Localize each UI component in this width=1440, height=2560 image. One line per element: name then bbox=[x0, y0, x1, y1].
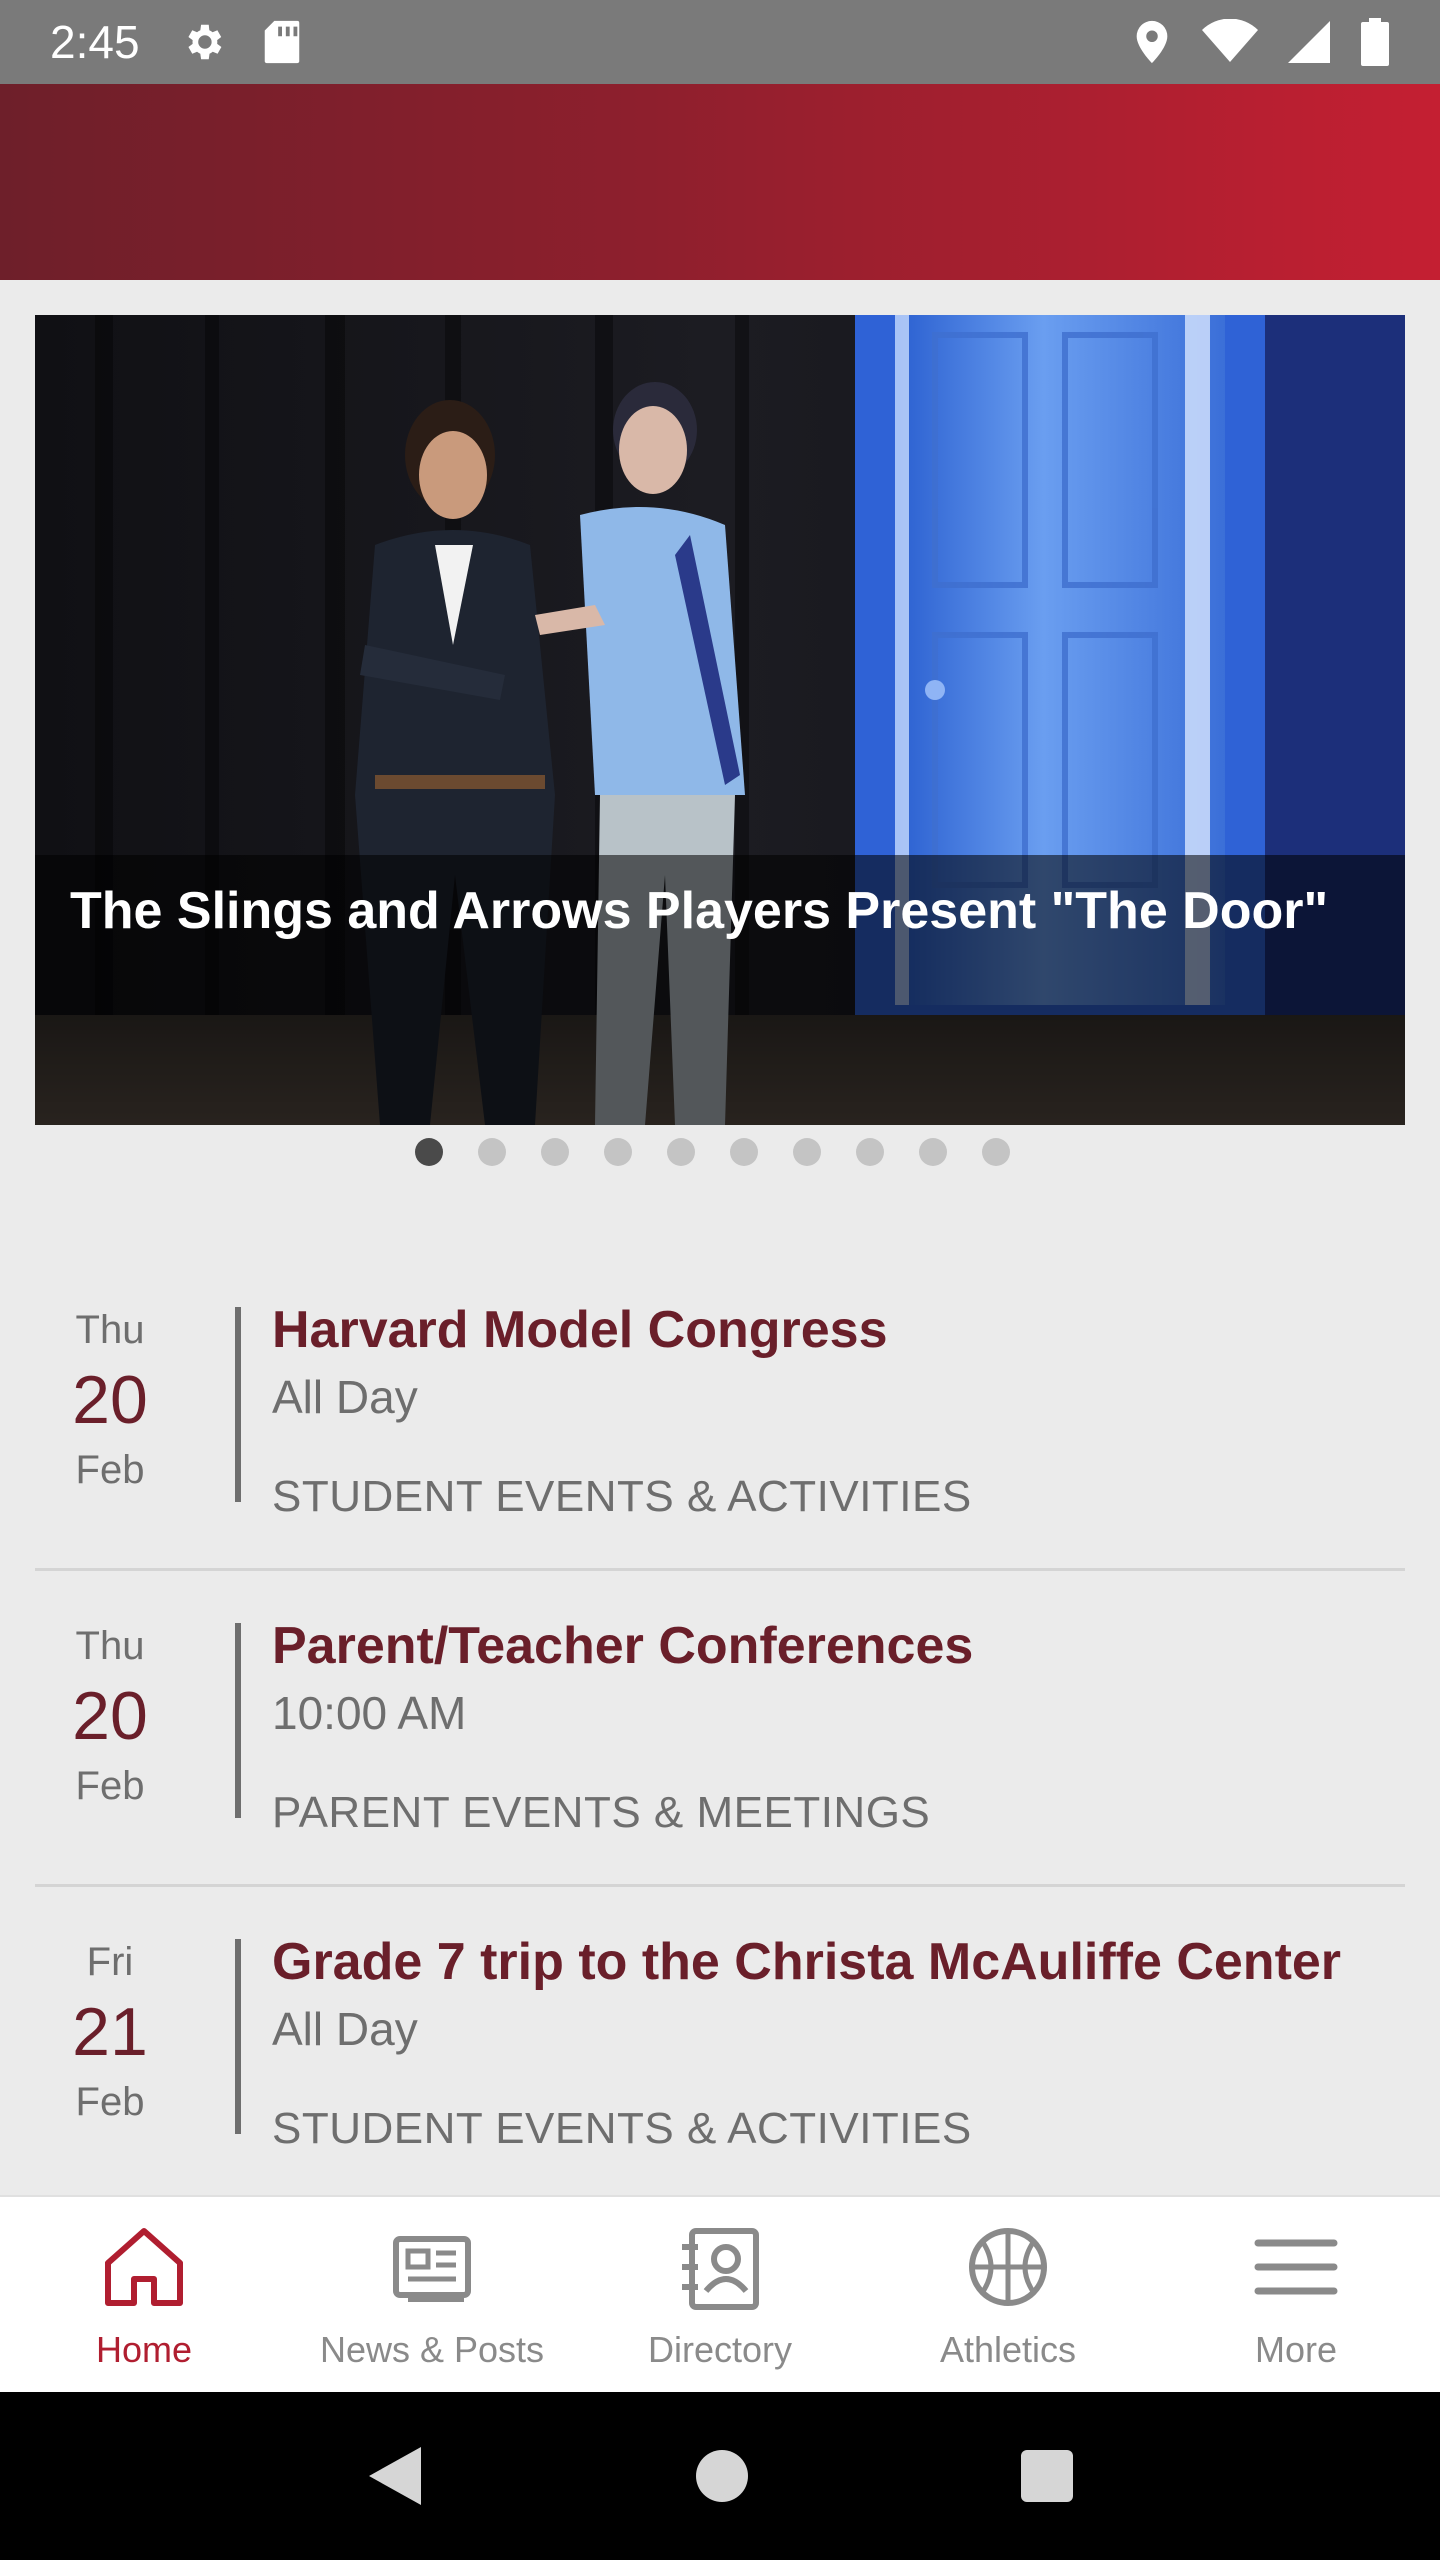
event-month: Feb bbox=[75, 1448, 145, 1492]
home-circle-icon[interactable] bbox=[694, 2448, 750, 2504]
gear-icon bbox=[180, 19, 226, 65]
bottom-nav: Home News & Posts Directory Athletics Mo… bbox=[0, 2195, 1440, 2392]
nav-item-news[interactable]: News & Posts bbox=[288, 2197, 576, 2392]
back-icon[interactable] bbox=[365, 2443, 425, 2509]
wifi-icon bbox=[1202, 19, 1258, 65]
pager-dot[interactable] bbox=[982, 1138, 1010, 1166]
event-title[interactable]: Grade 7 trip to the Christa McAuliffe Ce… bbox=[272, 1927, 1402, 1997]
event-title[interactable]: Harvard Model Congress bbox=[272, 1295, 1402, 1365]
event-day: 20 bbox=[72, 1678, 148, 1754]
pager-dot[interactable] bbox=[919, 1138, 947, 1166]
events-list: Thu 20 Feb Harvard Model Congress All Da… bbox=[35, 1255, 1405, 2203]
pager-dot[interactable] bbox=[667, 1138, 695, 1166]
event-date: Fri 21 Feb bbox=[35, 1937, 185, 2127]
home-icon bbox=[105, 2228, 183, 2306]
event-item[interactable]: Thu 20 Feb Harvard Model Congress All Da… bbox=[35, 1255, 1405, 1571]
event-day: 20 bbox=[72, 1362, 148, 1438]
event-weekday: Fri bbox=[86, 1940, 134, 1984]
nav-item-athletics[interactable]: Athletics bbox=[864, 2197, 1152, 2392]
event-weekday: Thu bbox=[75, 1624, 145, 1668]
event-month: Feb bbox=[75, 2080, 145, 2124]
app-header bbox=[0, 84, 1440, 280]
event-month: Feb bbox=[75, 1764, 145, 1808]
pager-dot[interactable] bbox=[541, 1138, 569, 1166]
pager-dot[interactable] bbox=[604, 1138, 632, 1166]
event-date: Thu 20 Feb bbox=[35, 1305, 185, 1495]
event-title[interactable]: Parent/Teacher Conferences bbox=[272, 1611, 1402, 1681]
event-time: All Day bbox=[272, 1371, 418, 1423]
pager-dot[interactable] bbox=[856, 1138, 884, 1166]
nav-label-more: More bbox=[1254, 2329, 1338, 2370]
event-category: PARENT EVENTS & MEETINGS bbox=[272, 1788, 931, 1837]
event-item[interactable]: Thu 20 Feb Parent/Teacher Conferences 10… bbox=[35, 1571, 1405, 1887]
event-time: 10:00 AM bbox=[272, 1687, 467, 1739]
hero-caption[interactable]: The Slings and Arrows Players Present "T… bbox=[70, 880, 1370, 942]
event-item[interactable]: Fri 21 Feb Grade 7 trip to the Christa M… bbox=[35, 1887, 1405, 2203]
news-icon bbox=[393, 2236, 471, 2302]
nav-label-home: Home bbox=[95, 2329, 193, 2370]
nav-label-athletics: Athletics bbox=[939, 2329, 1077, 2370]
status-bar: 2:45 bbox=[0, 0, 1440, 84]
hero-carousel[interactable]: The Slings and Arrows Players Present "T… bbox=[35, 315, 1405, 1125]
nav-label-directory: Directory bbox=[647, 2329, 793, 2370]
event-category: STUDENT EVENTS & ACTIVITIES bbox=[272, 1472, 972, 1521]
event-divider bbox=[235, 1939, 241, 2134]
event-category: STUDENT EVENTS & ACTIVITIES bbox=[272, 2104, 972, 2153]
sd-card-icon bbox=[262, 19, 302, 65]
event-day: 21 bbox=[72, 1994, 148, 2070]
pager-dot[interactable] bbox=[478, 1138, 506, 1166]
event-divider bbox=[235, 1307, 241, 1502]
event-time: All Day bbox=[272, 2003, 418, 2055]
event-divider bbox=[235, 1623, 241, 1818]
pager-dot[interactable] bbox=[730, 1138, 758, 1166]
nav-item-more[interactable]: More bbox=[1152, 2197, 1440, 2392]
status-time: 2:45 bbox=[50, 16, 140, 68]
pager-dot[interactable] bbox=[793, 1138, 821, 1166]
nav-label-news: News & Posts bbox=[319, 2329, 545, 2370]
menu-icon bbox=[1254, 2239, 1338, 2295]
nav-item-home[interactable]: Home bbox=[0, 2197, 288, 2392]
directory-icon bbox=[682, 2228, 759, 2310]
battery-icon bbox=[1360, 18, 1390, 66]
event-weekday: Thu bbox=[75, 1308, 145, 1352]
nav-item-directory[interactable]: Directory bbox=[576, 2197, 864, 2392]
basketball-icon bbox=[969, 2228, 1047, 2306]
event-date: Thu 20 Feb bbox=[35, 1621, 185, 1811]
system-nav-bar bbox=[0, 2392, 1440, 2560]
signal-icon bbox=[1288, 21, 1330, 63]
carousel-pager bbox=[0, 1130, 1440, 1175]
location-icon bbox=[1132, 19, 1172, 65]
pager-dot-active[interactable] bbox=[415, 1138, 443, 1166]
recents-icon[interactable] bbox=[1019, 2448, 1075, 2504]
